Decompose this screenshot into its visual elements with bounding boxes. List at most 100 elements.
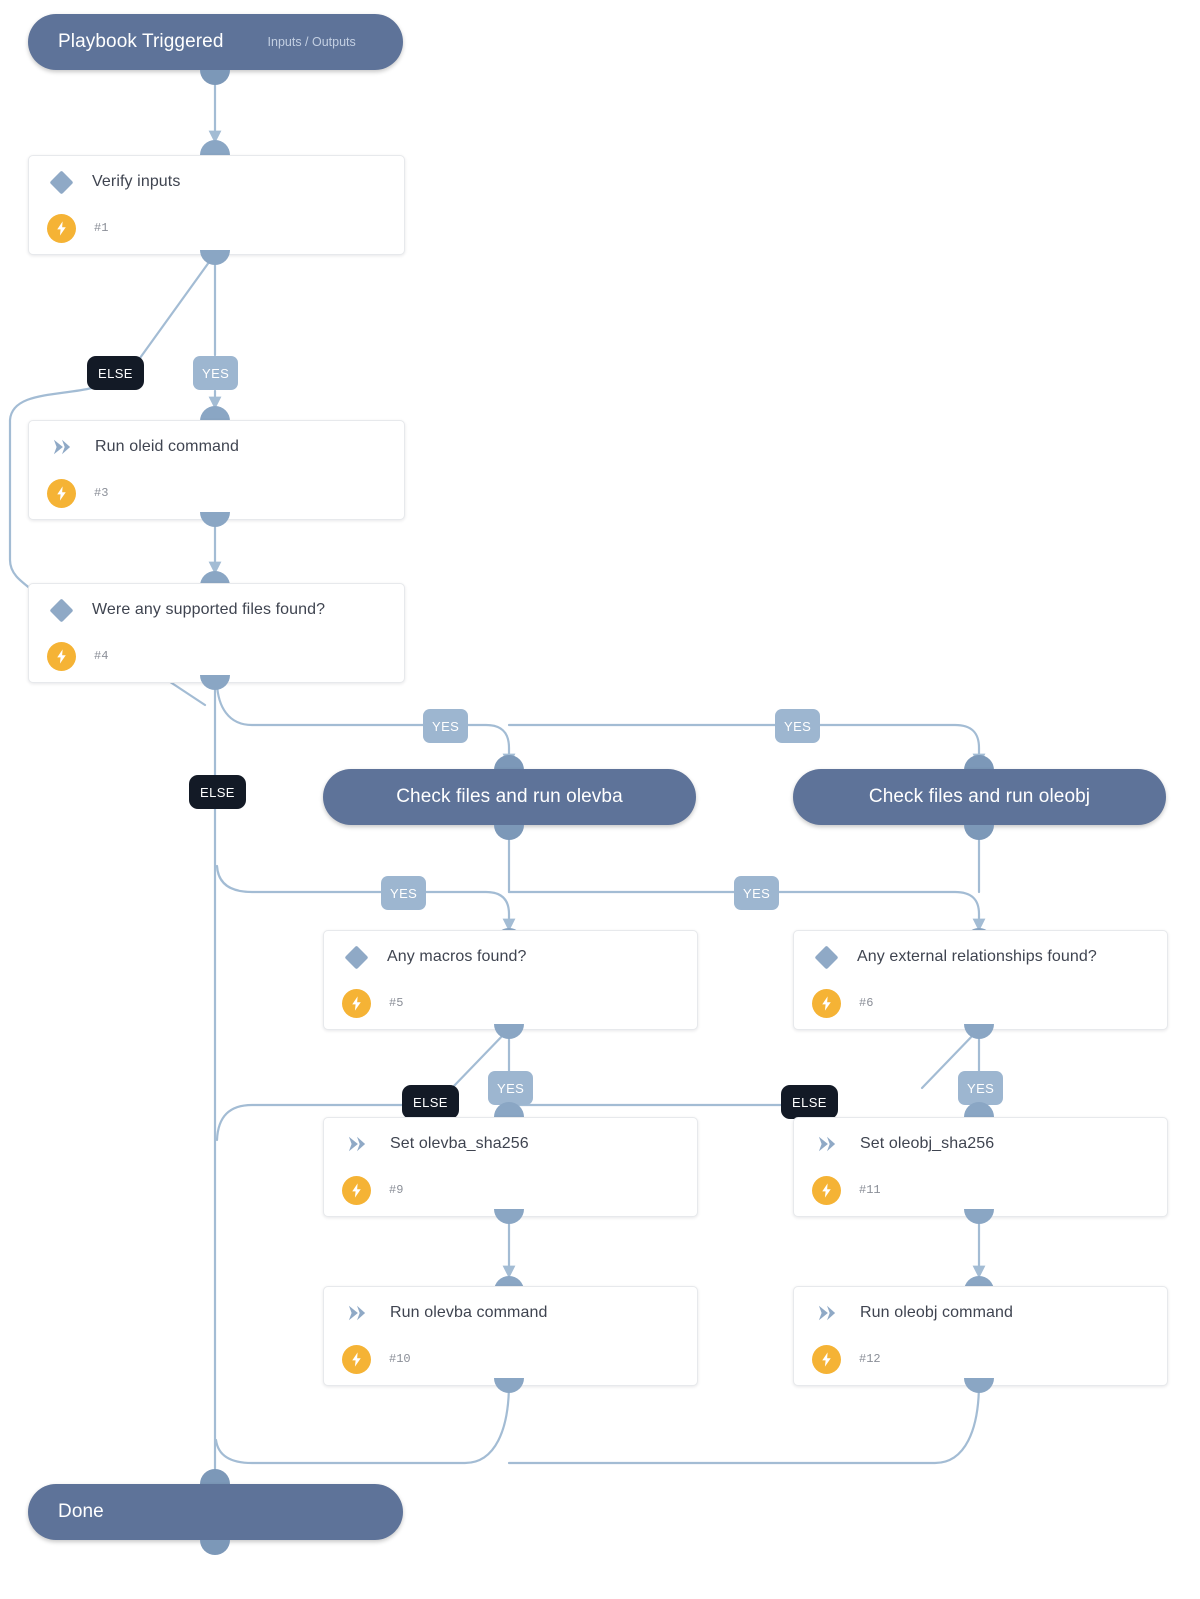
command-chevron-icon: [346, 1135, 368, 1153]
t3-label: Run oleid command: [95, 438, 239, 455]
condition-diamond-icon: [49, 597, 74, 623]
sec-oleobj-label: Check files and run oleobj: [868, 786, 1091, 807]
node-task-set-oleobj-sha256[interactable]: Set oleobj_sha256 #11: [793, 1117, 1168, 1217]
t1-footer: #1: [29, 208, 404, 248]
t9-number: #9: [389, 1183, 404, 1197]
branch-label-t5-yes-text: YES: [497, 1080, 525, 1096]
connector-out-done: [200, 1540, 230, 1555]
node-section-check-files-olevba[interactable]: Check files and run olevba: [323, 769, 696, 825]
branch-label-t6-yes-text: YES: [967, 1080, 995, 1096]
branch-label-sec-olevba-yes[interactable]: YES: [381, 876, 427, 910]
node-playbook-triggered[interactable]: Playbook Triggered Inputs / Outputs: [28, 14, 403, 70]
branch-label-t5-else[interactable]: ELSE: [402, 1085, 459, 1119]
node-task-run-oleobj[interactable]: Run oleobj command #12: [793, 1286, 1168, 1386]
t5-number: #5: [389, 996, 404, 1010]
t4-number: #4: [94, 649, 109, 663]
connector-in-t3: [200, 406, 230, 421]
connector-in-sec-olevba: [494, 755, 524, 770]
node-task-supported-files-found[interactable]: Were any supported files found? #4: [28, 583, 405, 683]
branch-label-t6-else-text: ELSE: [792, 1094, 827, 1110]
node-done[interactable]: Done: [28, 1484, 403, 1540]
node-task-set-olevba-sha256[interactable]: Set olevba_sha256 #9: [323, 1117, 698, 1217]
automation-bolt-icon: [47, 641, 76, 671]
t4-label: Were any supported files found?: [92, 601, 326, 618]
branch-label-t1-yes-text: YES: [202, 365, 230, 381]
t3-header: Run oleid command: [29, 421, 404, 473]
automation-bolt-icon: [812, 1344, 841, 1374]
t1-number: #1: [94, 221, 109, 235]
t4-footer: #4: [29, 636, 404, 676]
t10-number: #10: [389, 1352, 411, 1366]
edge-t4-yes-to-sec-oleobj: [816, 723, 986, 767]
automation-bolt-icon: [812, 988, 841, 1018]
edge-sec-olevba-else-in: [215, 864, 385, 894]
edge-t1-else-diagonal: [138, 256, 214, 360]
branch-label-t1-else[interactable]: ELSE: [87, 356, 144, 390]
t12-number: #12: [859, 1352, 881, 1366]
connector-out-sec-oleobj: [964, 825, 994, 840]
branch-label-t4-yes-left[interactable]: YES: [423, 709, 469, 743]
t5-footer: #5: [324, 983, 697, 1023]
t3-number: #3: [94, 486, 109, 500]
t5-header: Any macros found?: [324, 931, 697, 983]
t11-label: Set oleobj_sha256: [860, 1135, 995, 1152]
t9-label: Set olevba_sha256: [390, 1135, 529, 1152]
playbook-flow-canvas: Playbook Triggered Inputs / Outputs Veri…: [0, 0, 1200, 1599]
branch-label-t4-else-text: ELSE: [200, 784, 235, 800]
automation-bolt-icon: [342, 1344, 371, 1374]
t10-header: Run olevba command: [324, 1287, 697, 1339]
edge-yes-to-t5: [422, 890, 516, 932]
branch-label-t6-else[interactable]: ELSE: [781, 1085, 838, 1119]
t6-label: Any external relationships found?: [857, 948, 1097, 965]
condition-diamond-icon: [49, 169, 74, 195]
t6-number: #6: [859, 996, 874, 1010]
edge-t4-yes-bus-left: [215, 682, 427, 727]
branch-label-t1-yes[interactable]: YES: [193, 356, 239, 390]
t12-label: Run oleobj command: [860, 1304, 1013, 1321]
t1-header: Verify inputs: [29, 156, 404, 208]
node-task-run-olevba[interactable]: Run olevba command #10: [323, 1286, 698, 1386]
automation-bolt-icon: [812, 1175, 841, 1205]
branch-label-t1-else-text: ELSE: [98, 365, 133, 381]
automation-bolt-icon: [47, 478, 76, 508]
t11-header: Set oleobj_sha256: [794, 1118, 1167, 1170]
branch-label-t4-yes-left-text: YES: [432, 718, 460, 734]
branch-label-t4-else[interactable]: ELSE: [189, 775, 246, 809]
t9-header: Set olevba_sha256: [324, 1118, 697, 1170]
branch-label-sec-oleobj-yes[interactable]: YES: [734, 876, 780, 910]
branch-label-sec-olevba-yes-text: YES: [390, 885, 418, 901]
t4-header: Were any supported files found?: [29, 584, 404, 636]
connector-in-sec-oleobj: [964, 755, 994, 770]
automation-bolt-icon: [47, 213, 76, 243]
branch-label-t6-yes[interactable]: YES: [958, 1071, 1004, 1105]
t11-number: #11: [859, 1183, 881, 1197]
command-chevron-icon: [816, 1135, 838, 1153]
t10-label: Run olevba command: [390, 1304, 548, 1321]
t11-footer: #11: [794, 1170, 1167, 1210]
node-task-run-oleid[interactable]: Run oleid command #3: [28, 420, 405, 520]
edge-t12-to-done: [507, 1381, 981, 1465]
branch-label-sec-oleobj-yes-text: YES: [743, 885, 771, 901]
t12-header: Run oleobj command: [794, 1287, 1167, 1339]
node-section-check-files-oleobj[interactable]: Check files and run oleobj: [793, 769, 1166, 825]
automation-bolt-icon: [342, 988, 371, 1018]
t12-footer: #12: [794, 1339, 1167, 1379]
automation-bolt-icon: [342, 1175, 371, 1205]
command-chevron-icon: [816, 1304, 838, 1322]
condition-diamond-icon: [814, 944, 839, 970]
branch-label-t4-yes-right[interactable]: YES: [775, 709, 821, 743]
node-task-verify-inputs[interactable]: Verify inputs #1: [28, 155, 405, 255]
node-task-any-external-relationships[interactable]: Any external relationships found? #6: [793, 930, 1168, 1030]
t3-footer: #3: [29, 473, 404, 513]
command-chevron-icon: [346, 1304, 368, 1322]
edge-t10-to-done: [214, 1381, 511, 1465]
playbook-triggered-label: Playbook Triggered: [58, 31, 224, 52]
connector-in-done: [200, 1469, 230, 1484]
node-task-any-macros-found[interactable]: Any macros found? #5: [323, 930, 698, 1030]
condition-diamond-icon: [344, 944, 369, 970]
connector-out-trigger: [200, 70, 230, 85]
connector-in-t1: [200, 140, 230, 155]
sec-olevba-label: Check files and run olevba: [396, 786, 623, 807]
t6-footer: #6: [794, 983, 1167, 1023]
branch-label-t5-yes[interactable]: YES: [488, 1071, 534, 1105]
